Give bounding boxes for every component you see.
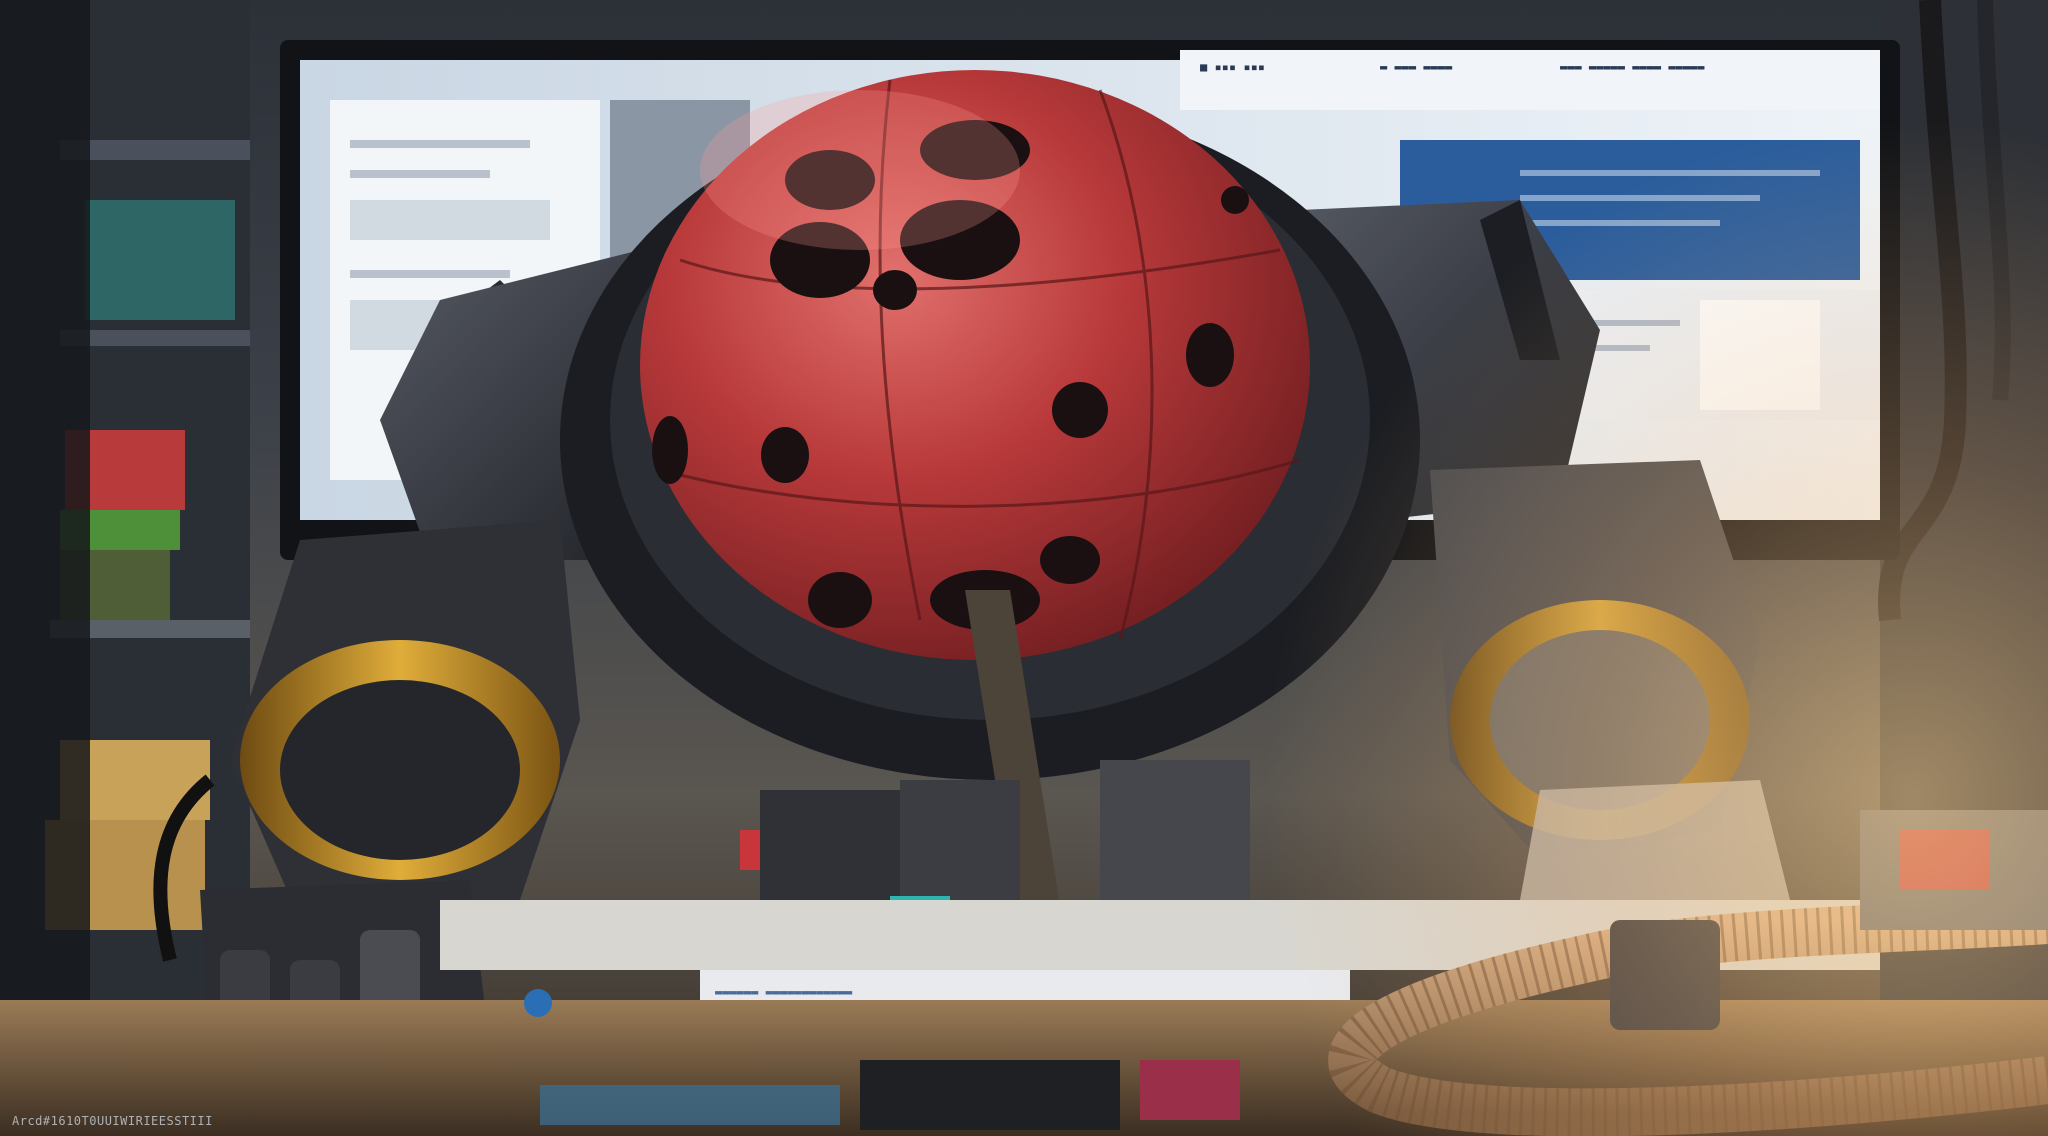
red-indicator: [740, 830, 760, 870]
screen-header-bar: [1180, 50, 1880, 110]
hose-coupling: [1610, 920, 1720, 1030]
storage-bin: [85, 200, 235, 320]
desk-device: [860, 1060, 1120, 1130]
left-ring-inner: [280, 680, 520, 860]
machinery-block: [1100, 760, 1250, 900]
sphere-highlight: [700, 90, 1020, 250]
desk-panel: [540, 1085, 840, 1125]
scene: ■ ▪▪▪ ▪▪▪ ▬ ▬▬▬ ▬▬▬▬ ▬▬▬ ▬▬▬▬▬ ▬▬▬▬ ▬▬▬▬…: [0, 0, 2048, 1136]
right-device-screen: [1900, 830, 1990, 890]
desk-knob: [524, 989, 552, 1017]
monitor-header-right: ▬▬▬ ▬▬▬▬▬ ▬▬▬▬ ▬▬▬▬▬: [1560, 60, 1705, 74]
scene-illustration: [0, 0, 2048, 1136]
platform-label: ▬▬▬▬▬▬ ▬▬▬▬▬▬▬▬▬▬▬▬: [715, 985, 853, 999]
monitor-header-left: ■ ▪▪▪ ▪▪▪: [1200, 60, 1266, 74]
right-ring-inner: [1490, 630, 1710, 810]
monitor-header-mid: ▬ ▬▬▬ ▬▬▬▬: [1380, 60, 1453, 74]
watermark-caption: Arcd#1610T0UUIWIRIEESSTIII: [12, 1114, 213, 1128]
machinery-block: [760, 790, 900, 900]
screen-window: [1700, 300, 1820, 410]
left-post: [0, 0, 90, 1136]
desk-device-accent: [1140, 1060, 1240, 1120]
machinery-block: [900, 780, 1020, 900]
